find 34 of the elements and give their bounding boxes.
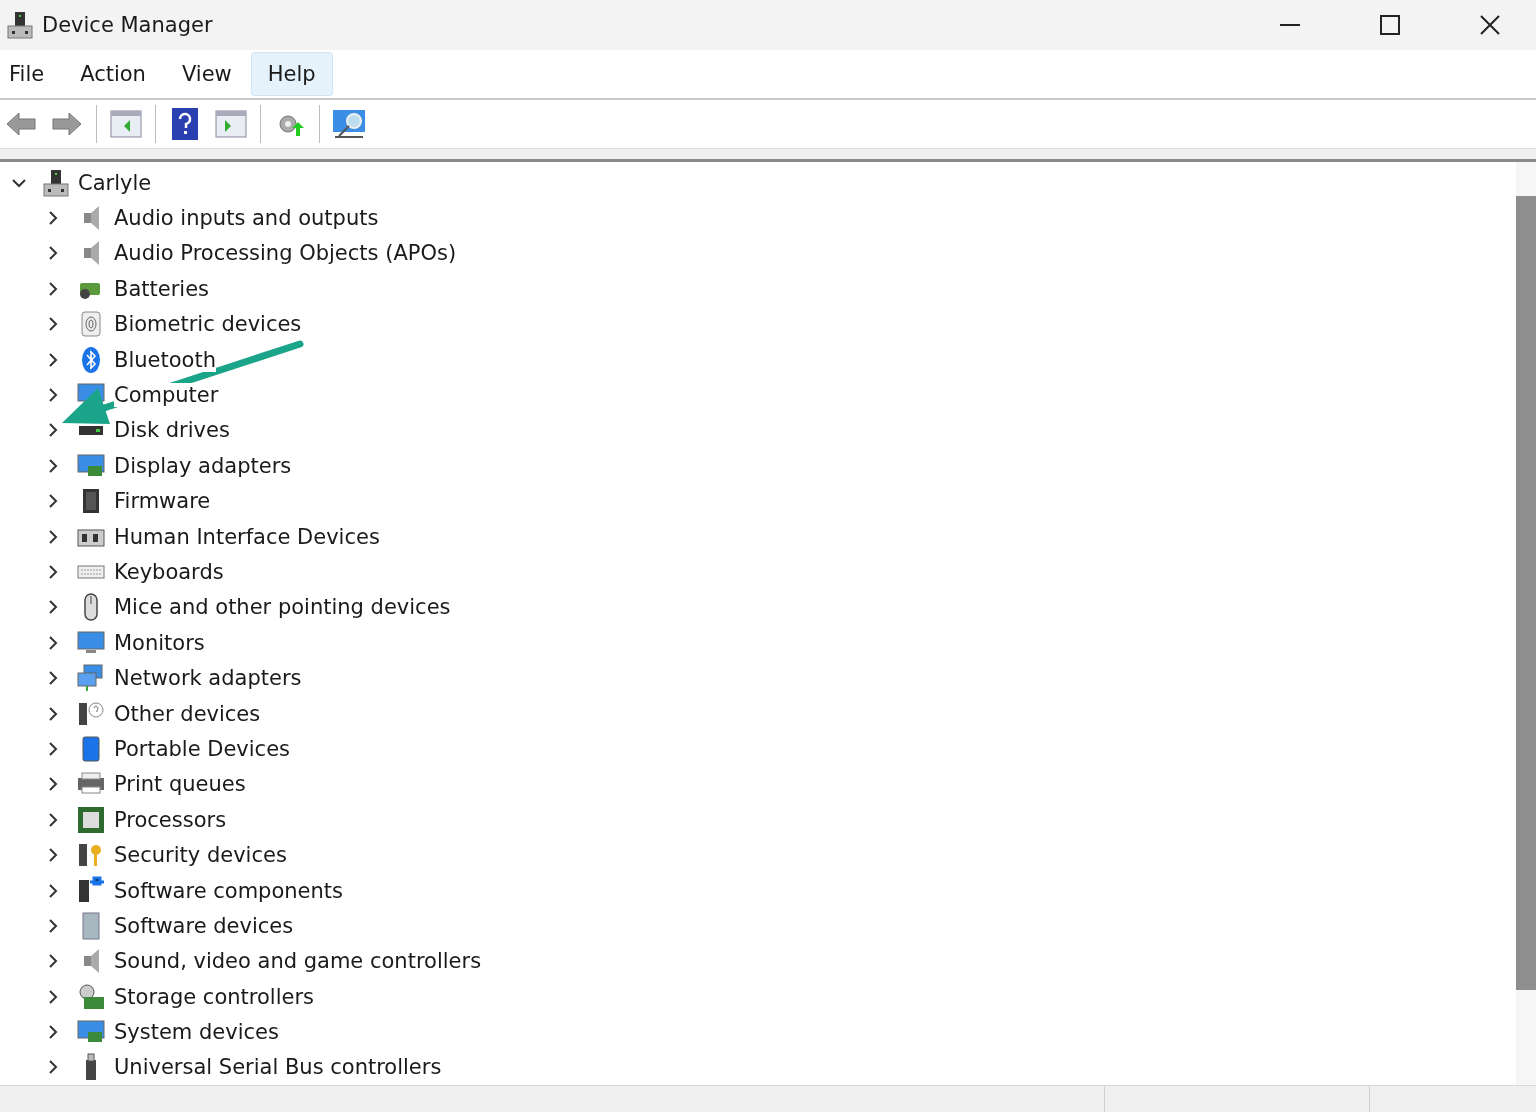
speaker-icon [83,241,99,266]
tree-item[interactable]: Mice and other pointing devices [114,595,451,620]
processor-icon [76,804,106,835]
window-panel-icon [215,110,247,138]
minimize-icon [1280,24,1300,26]
back-arrow-icon [5,111,37,137]
disk-drive-icon [79,425,103,435]
monitor-magnifier-icon [332,109,366,139]
tree-item[interactable]: Keyboards [114,560,224,584]
window-panel-icon [110,110,142,138]
window-title: Device Manager [42,13,214,37]
tree-item[interactable]: Audio inputs and outputs [114,206,379,231]
computer-icon [42,167,70,198]
tree-item[interactable]: Sound, video and game controllers [114,949,482,974]
maximize-icon [1380,15,1400,35]
tree-item[interactable]: System devices [114,1020,279,1045]
close-icon [1480,15,1500,35]
computer-icon [6,10,34,40]
forward-arrow-icon [51,111,83,137]
tree-item[interactable]: Network adapters [114,666,302,691]
network-icon [76,663,106,694]
menu-item[interactable]: Help [250,52,333,96]
tree-item[interactable]: Print queues [114,772,246,797]
help-icon [172,108,198,140]
storage-controller-icon [76,981,106,1012]
tree-item[interactable]: Computer [114,383,219,408]
menu-item[interactable]: File [0,52,62,96]
speaker-icon [83,949,99,974]
menu-item[interactable]: Action [63,52,163,96]
menu-item[interactable]: View [164,52,249,96]
speaker-icon [83,206,99,231]
scrollbar-thumb[interactable] [1516,196,1536,990]
tree-item[interactable]: Security devices [114,843,287,868]
tree-item[interactable]: Audio Processing Objects (APOs) [114,241,457,266]
